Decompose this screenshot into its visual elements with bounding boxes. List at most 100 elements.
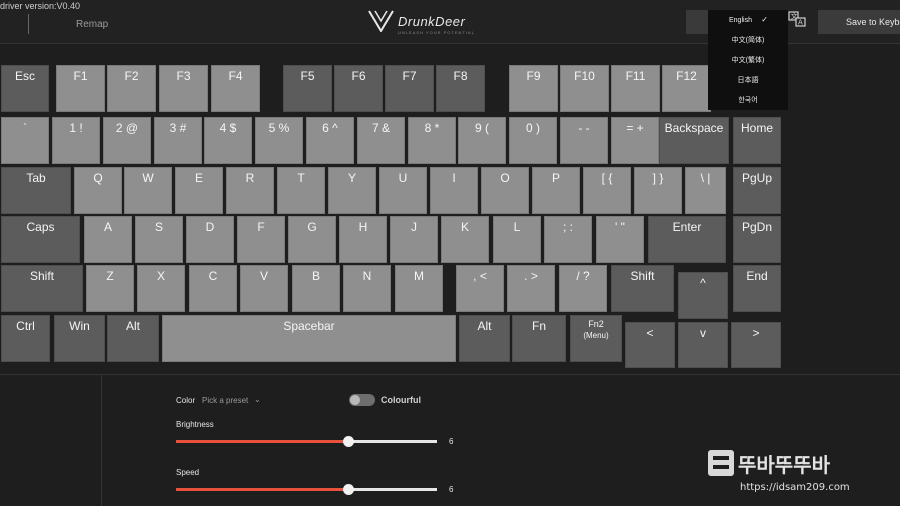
key-backtick[interactable]: `: [1, 117, 49, 164]
key-down[interactable]: v: [678, 322, 728, 368]
key-e[interactable]: E: [175, 167, 223, 214]
key-slash[interactable]: / ?: [559, 265, 607, 312]
key-z[interactable]: Z: [86, 265, 134, 312]
key-u[interactable]: U: [379, 167, 427, 214]
key-l[interactable]: L: [493, 216, 541, 263]
key-left[interactable]: <: [625, 322, 675, 368]
language-option-japanese[interactable]: 日本語: [708, 70, 788, 90]
speed-slider[interactable]: [176, 484, 437, 495]
key-q[interactable]: Q: [74, 167, 122, 214]
key-lbracket[interactable]: [ {: [583, 167, 631, 214]
key-g[interactable]: G: [288, 216, 336, 263]
key-x[interactable]: X: [137, 265, 185, 312]
key-end[interactable]: End: [733, 265, 781, 312]
key-o[interactable]: O: [481, 167, 529, 214]
key-f9[interactable]: F9: [509, 65, 558, 112]
key-f10[interactable]: F10: [560, 65, 609, 112]
language-option-zh-hant[interactable]: 中文(繁体): [708, 50, 788, 70]
language-option-english[interactable]: English ✓: [708, 10, 788, 30]
key-c[interactable]: C: [189, 265, 237, 312]
key-lctrl[interactable]: Ctrl: [1, 315, 50, 362]
key-i[interactable]: I: [430, 167, 478, 214]
key-semicolon[interactable]: ; :: [544, 216, 592, 263]
key-home[interactable]: Home: [733, 117, 781, 164]
key-9[interactable]: 9 (: [458, 117, 506, 164]
key-6[interactable]: 6 ^: [306, 117, 354, 164]
key-f5[interactable]: F5: [283, 65, 332, 112]
key-pgdn[interactable]: PgDn: [733, 216, 781, 263]
key-label: [ {: [601, 171, 613, 185]
key-8[interactable]: 8 *: [408, 117, 456, 164]
key-t[interactable]: T: [277, 167, 325, 214]
chevron-down-icon[interactable]: ⌄: [254, 395, 261, 404]
key-backspace[interactable]: Backspace: [659, 117, 729, 164]
brightness-slider[interactable]: [176, 436, 437, 447]
language-option-korean[interactable]: 한국어: [708, 90, 788, 110]
preset-select[interactable]: Pick a preset: [202, 396, 248, 405]
key-v[interactable]: V: [240, 265, 288, 312]
key-quote[interactable]: ' ": [596, 216, 644, 263]
key-y[interactable]: Y: [328, 167, 376, 214]
key-n[interactable]: N: [343, 265, 391, 312]
key-win[interactable]: Win: [54, 315, 105, 362]
remap-tab[interactable]: Remap: [76, 19, 108, 30]
key-tab[interactable]: Tab: [1, 167, 71, 214]
key-0[interactable]: 0 ): [509, 117, 557, 164]
key-5[interactable]: 5 %: [255, 117, 303, 164]
key-f8[interactable]: F8: [436, 65, 485, 112]
key-fn[interactable]: Fn: [512, 315, 566, 362]
key-label: 8 *: [424, 121, 440, 135]
save-to-keyboard-button[interactable]: Save to Keyboard: [818, 10, 900, 34]
key-f2[interactable]: F2: [107, 65, 156, 112]
colourful-toggle[interactable]: [349, 394, 375, 406]
key-f6[interactable]: F6: [334, 65, 383, 112]
key-f12[interactable]: F12: [662, 65, 711, 112]
key-lalt[interactable]: Alt: [107, 315, 159, 362]
key-3[interactable]: 3 #: [154, 117, 202, 164]
key-7[interactable]: 7 &: [357, 117, 405, 164]
key-rbracket[interactable]: ] }: [634, 167, 682, 214]
key-equal[interactable]: = +: [611, 117, 659, 164]
key-m[interactable]: M: [395, 265, 443, 312]
key-a[interactable]: A: [84, 216, 132, 263]
brightness-thumb[interactable]: [343, 436, 354, 447]
key-lshift[interactable]: Shift: [1, 265, 83, 312]
key-k[interactable]: K: [441, 216, 489, 263]
key-rshift[interactable]: Shift: [611, 265, 674, 312]
key-right[interactable]: >: [731, 322, 781, 368]
speed-thumb[interactable]: [343, 484, 354, 495]
key-s[interactable]: S: [135, 216, 183, 263]
key-j[interactable]: J: [390, 216, 438, 263]
key-enter[interactable]: Enter: [648, 216, 726, 263]
key-ralt[interactable]: Alt: [459, 315, 510, 362]
key-caps[interactable]: Caps: [1, 216, 80, 263]
key-h[interactable]: H: [339, 216, 387, 263]
driver-version: driver version:V0.40: [0, 1, 81, 11]
key-r[interactable]: R: [226, 167, 274, 214]
key-f11[interactable]: F11: [611, 65, 660, 112]
key-f4[interactable]: F4: [211, 65, 260, 112]
key-4[interactable]: 4 $: [204, 117, 252, 164]
key-1[interactable]: 1 !: [52, 117, 100, 164]
key-f3[interactable]: F3: [159, 65, 208, 112]
key-p[interactable]: P: [532, 167, 580, 214]
key-pgup[interactable]: PgUp: [733, 167, 781, 214]
key-period[interactable]: . >: [507, 265, 555, 312]
key-backslash[interactable]: \ |: [685, 167, 726, 214]
key-f7[interactable]: F7: [385, 65, 434, 112]
key-w[interactable]: W: [124, 167, 172, 214]
translate-icon[interactable]: 文 A: [788, 11, 806, 27]
toolbar-button[interactable]: [686, 10, 708, 34]
language-option-zh-hans[interactable]: 中文(简体): [708, 30, 788, 50]
key-2[interactable]: 2 @: [103, 117, 151, 164]
key-fn2[interactable]: Fn2 (Menu): [570, 315, 622, 362]
key-f1[interactable]: F1: [56, 65, 105, 112]
key-comma[interactable]: , <: [456, 265, 504, 312]
key-b[interactable]: B: [292, 265, 340, 312]
key-esc[interactable]: Esc: [1, 65, 49, 112]
key-d[interactable]: D: [186, 216, 234, 263]
key-space[interactable]: Spacebar: [162, 315, 456, 362]
key-up[interactable]: ^: [678, 272, 728, 319]
key-f[interactable]: F: [237, 216, 285, 263]
key-minus[interactable]: - -: [560, 117, 608, 164]
